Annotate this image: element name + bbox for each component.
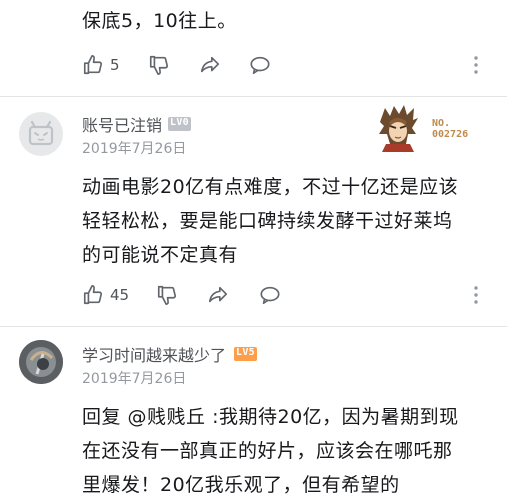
share-button[interactable]	[206, 284, 230, 310]
comment-line: 回复 @贱贱丘 :我期待20亿，因为暑期到现	[82, 406, 459, 428]
reply-button[interactable]	[258, 284, 282, 310]
level-badge: LV5	[234, 347, 257, 361]
thumbs-up-icon	[82, 54, 104, 76]
username[interactable]: 账号已注销	[82, 112, 162, 136]
thumbs-up-icon	[82, 284, 104, 306]
like-button[interactable]: 5	[82, 54, 120, 76]
thumbs-down-icon	[148, 55, 170, 80]
comment-actions: 5	[82, 54, 502, 80]
like-button[interactable]: 45	[82, 284, 129, 306]
like-count: 5	[110, 56, 120, 74]
dislike-button[interactable]	[148, 54, 170, 80]
avatar[interactable]	[19, 340, 63, 384]
dislike-button[interactable]	[156, 284, 178, 310]
comment-body: 动画电影20亿有点难度，不过十亿还是应该 轻轻松松，要是能口碑持续发酵干过好莱坞…	[82, 170, 502, 272]
character-avatar-icon	[376, 104, 420, 156]
comment-line: 里爆发！20亿我乐观了，但有希望的	[82, 474, 400, 496]
comment-icon	[248, 56, 272, 80]
more-vertical-icon	[472, 286, 480, 310]
more-vertical-icon	[472, 56, 480, 80]
comment-header: 学习时间越来越少了 LV5	[82, 342, 257, 366]
comment-body: 回复 @贱贱丘 :我期待20亿，因为暑期到现 在还没有一部真正的好片，应该会在哪…	[82, 400, 502, 500]
comment-line: 在还没有一部真正的好片，应该会在哪吒那	[82, 440, 453, 462]
more-button[interactable]	[472, 54, 480, 80]
user-avatar-icon	[19, 340, 63, 384]
fan-badge[interactable]: NO. 002726	[376, 104, 500, 152]
comment-actions: 45	[82, 284, 502, 310]
comment-divider	[0, 326, 507, 327]
share-icon	[206, 286, 230, 310]
comment-line: 轻轻松松，要是能口碑持续发酵干过好莱坞	[82, 210, 453, 232]
comment-icon	[258, 286, 282, 310]
comment-line: 动画电影20亿有点难度，不过十亿还是应该	[82, 176, 459, 198]
comment-date: 2019年7月26日	[82, 141, 187, 157]
thumbs-down-icon	[156, 285, 178, 310]
avatar[interactable]	[19, 112, 63, 156]
comment-divider	[0, 96, 507, 97]
fan-badge-number: NO. 002726	[432, 118, 469, 140]
comment-text: 保底5，10往上。	[82, 10, 237, 32]
username[interactable]: 学习时间越来越少了	[82, 342, 226, 366]
comment-header: 账号已注销 LV0	[82, 112, 191, 136]
share-button[interactable]	[198, 54, 222, 80]
comment-date: 2019年7月26日	[82, 371, 187, 387]
comment-line: 的可能说不定真有	[82, 244, 239, 266]
share-icon	[198, 56, 222, 80]
like-count: 45	[110, 286, 130, 304]
level-badge: LV0	[168, 117, 191, 131]
more-button[interactable]	[472, 284, 480, 310]
reply-button[interactable]	[248, 54, 272, 80]
tv-logo-icon	[19, 120, 63, 156]
